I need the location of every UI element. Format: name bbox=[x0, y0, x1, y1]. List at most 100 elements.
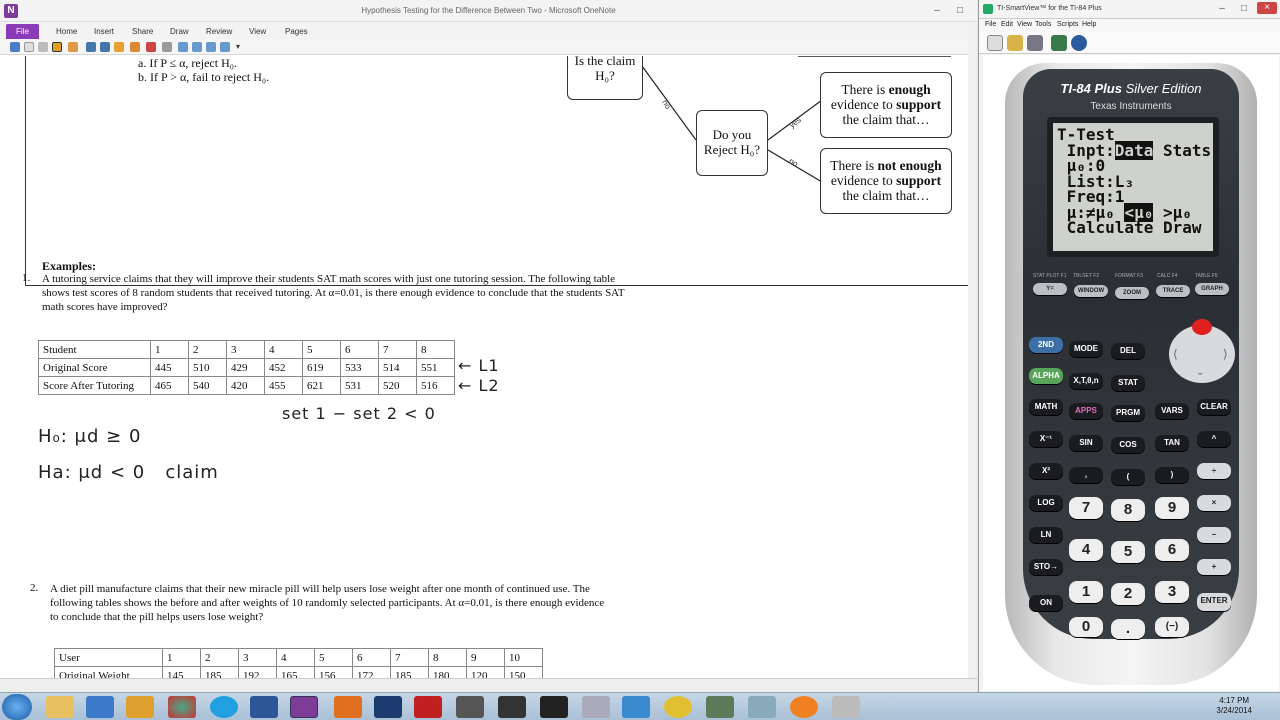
highlighter-icon[interactable] bbox=[68, 42, 78, 52]
skype-icon[interactable] bbox=[210, 696, 238, 718]
photoshop-icon[interactable] bbox=[374, 696, 402, 718]
explorer-icon[interactable] bbox=[46, 696, 74, 718]
select-icon[interactable] bbox=[24, 42, 34, 52]
math-app-icon[interactable] bbox=[622, 696, 650, 718]
outlook-icon[interactable] bbox=[86, 696, 114, 718]
app-tools-icon[interactable] bbox=[582, 696, 610, 718]
app-yellow-icon[interactable] bbox=[664, 696, 692, 718]
key-xtn[interactable]: X,T,θ,n bbox=[1069, 373, 1103, 389]
key-negative[interactable]: (−) bbox=[1155, 617, 1189, 637]
tab-pages[interactable]: Pages bbox=[279, 24, 314, 39]
key-graph[interactable]: GRAPH bbox=[1195, 283, 1229, 295]
tab-insert[interactable]: Insert bbox=[88, 24, 120, 39]
ti-refresh-icon[interactable] bbox=[1071, 35, 1087, 51]
key-window[interactable]: WINDOW bbox=[1074, 285, 1108, 297]
key-divide[interactable]: ÷ bbox=[1197, 463, 1231, 479]
key-cos[interactable]: COS bbox=[1111, 437, 1145, 453]
eraser-icon[interactable] bbox=[146, 42, 156, 52]
delete-icon[interactable] bbox=[162, 42, 172, 52]
key-math[interactable]: MATH bbox=[1029, 399, 1063, 415]
key-7[interactable]: 7 bbox=[1069, 497, 1103, 519]
key-on[interactable]: ON bbox=[1029, 595, 1063, 611]
key-decimal[interactable]: . bbox=[1111, 619, 1145, 639]
ti-maximize-icon[interactable]: □ bbox=[1237, 3, 1251, 15]
key-del[interactable]: DEL bbox=[1111, 343, 1145, 359]
ti-calculator-icon[interactable] bbox=[1051, 35, 1067, 51]
key-clear[interactable]: CLEAR bbox=[1197, 399, 1231, 415]
key-stat[interactable]: STAT bbox=[1111, 375, 1145, 391]
key-apps[interactable]: APPS bbox=[1069, 403, 1103, 419]
tab-home[interactable]: Home bbox=[50, 24, 83, 39]
tab-share[interactable]: Share bbox=[126, 24, 159, 39]
undo-icon[interactable] bbox=[10, 42, 20, 52]
key-enter[interactable]: ENTER bbox=[1197, 593, 1231, 611]
key-0[interactable]: 0 bbox=[1069, 617, 1103, 637]
start-button-icon[interactable] bbox=[2, 694, 32, 720]
forward-icon[interactable] bbox=[100, 42, 110, 52]
page-width-icon[interactable] bbox=[206, 42, 216, 52]
key-1[interactable]: 1 bbox=[1069, 581, 1103, 603]
key-left-paren[interactable]: ( bbox=[1111, 469, 1145, 485]
key-6[interactable]: 6 bbox=[1155, 539, 1189, 561]
dpad-up-icon[interactable] bbox=[1192, 319, 1212, 335]
ti-menu-scripts[interactable]: Scripts bbox=[1057, 21, 1078, 28]
key-comma[interactable]: , bbox=[1069, 467, 1103, 483]
key-8[interactable]: 8 bbox=[1111, 499, 1145, 521]
tab-draw[interactable]: Draw bbox=[164, 24, 195, 39]
calculator-screen[interactable]: T-Test Inpt:Data Stats μ₀:0 List:L₃ Freq… bbox=[1047, 117, 1219, 257]
key-2[interactable]: 2 bbox=[1111, 583, 1145, 605]
ti-new-icon[interactable] bbox=[987, 35, 1003, 51]
key-trace[interactable]: TRACE bbox=[1156, 285, 1190, 297]
ti-open-icon[interactable] bbox=[1007, 35, 1023, 51]
key-4[interactable]: 4 bbox=[1069, 539, 1103, 561]
app-misc-icon[interactable] bbox=[832, 696, 860, 718]
ti-menu-tools[interactable]: Tools bbox=[1035, 21, 1051, 28]
key-mode[interactable]: MODE bbox=[1069, 341, 1103, 357]
app-udk-icon[interactable] bbox=[540, 696, 568, 718]
maximize-icon[interactable]: □ bbox=[953, 5, 967, 17]
key-vars[interactable]: VARS bbox=[1155, 403, 1189, 419]
ti-menu-file[interactable]: File bbox=[985, 21, 996, 28]
key-minus[interactable]: − bbox=[1197, 527, 1231, 543]
key-5[interactable]: 5 bbox=[1111, 541, 1145, 563]
zoom-out-icon[interactable] bbox=[192, 42, 202, 52]
horizontal-scrollbar[interactable] bbox=[0, 678, 977, 692]
key-prgm[interactable]: PRGM bbox=[1111, 405, 1145, 421]
dpad-down-icon[interactable]: ⌄ bbox=[1196, 367, 1204, 378]
ti-menu-help[interactable]: Help bbox=[1082, 21, 1096, 28]
tab-view[interactable]: View bbox=[243, 24, 272, 39]
key-plus[interactable]: + bbox=[1197, 559, 1231, 575]
vertical-scrollbar[interactable] bbox=[968, 22, 977, 678]
tab-review[interactable]: Review bbox=[200, 24, 238, 39]
app-network-icon[interactable] bbox=[748, 696, 776, 718]
key-square[interactable]: X² bbox=[1029, 463, 1063, 479]
key-9[interactable]: 9 bbox=[1155, 497, 1189, 519]
ti-close-icon[interactable]: × bbox=[1257, 2, 1277, 14]
chrome-icon[interactable] bbox=[168, 696, 196, 718]
illustrator-icon[interactable] bbox=[334, 696, 362, 718]
ti-smartview-taskbar-icon[interactable] bbox=[706, 696, 734, 718]
firefox-icon[interactable] bbox=[790, 696, 818, 718]
onenote-taskbar-icon[interactable] bbox=[290, 696, 318, 718]
pen-icon[interactable] bbox=[52, 42, 62, 52]
key-log[interactable]: LOG bbox=[1029, 495, 1063, 511]
key-ln[interactable]: LN bbox=[1029, 527, 1063, 543]
key-y-equals[interactable]: Y= bbox=[1033, 283, 1067, 295]
marker-icon[interactable] bbox=[130, 42, 140, 52]
key-tan[interactable]: TAN bbox=[1155, 435, 1189, 451]
key-3[interactable]: 3 bbox=[1155, 581, 1189, 603]
back-icon[interactable] bbox=[86, 42, 96, 52]
key-alpha[interactable]: ALPHA bbox=[1029, 368, 1063, 384]
key-right-paren[interactable]: ) bbox=[1155, 467, 1189, 483]
key-power[interactable]: ^ bbox=[1197, 431, 1231, 447]
customize-qat-icon[interactable]: ▾ bbox=[236, 42, 246, 52]
key-inverse[interactable]: X⁻¹ bbox=[1029, 431, 1063, 447]
clock[interactable]: 4:17 PM 3/24/2014 bbox=[1216, 696, 1252, 716]
ti-menu-edit[interactable]: Edit bbox=[1001, 21, 1013, 28]
app-folder-icon[interactable] bbox=[126, 696, 154, 718]
minimize-icon[interactable]: – bbox=[930, 5, 944, 17]
ti-save-icon[interactable] bbox=[1027, 35, 1043, 51]
ti-minimize-icon[interactable]: – bbox=[1215, 3, 1229, 15]
zoom-in-icon[interactable] bbox=[178, 42, 188, 52]
lasso-icon[interactable] bbox=[38, 42, 48, 52]
